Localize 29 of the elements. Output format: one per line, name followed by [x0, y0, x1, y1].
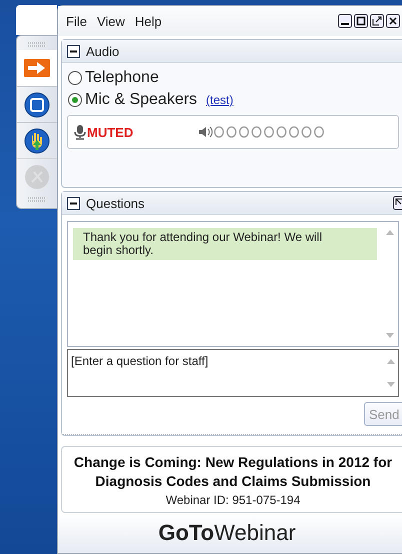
mute-icon	[24, 164, 50, 190]
menu-item[interactable]: View	[96, 14, 125, 28]
screen-icon	[24, 92, 50, 118]
maximize-icon[interactable]	[354, 14, 368, 28]
test-link[interactable]: (test)	[206, 93, 234, 107]
radio-label: Mic & Speakers	[85, 91, 198, 109]
popout-icon[interactable]	[370, 14, 384, 28]
collapse-toggle[interactable]	[67, 196, 80, 210]
logo: GoToWebinar	[158, 520, 296, 546]
grip-icon	[28, 42, 46, 47]
minus-icon	[70, 48, 77, 54]
grip-icon	[28, 197, 46, 202]
webinar-title: Change is Coming: New Regulations in 2012 for Diagnosis Codes and Claims Submission	[72, 453, 394, 491]
webinar-id: Webinar ID: 951-075-194	[166, 493, 300, 507]
minus-icon	[70, 200, 77, 206]
mic-status: MUTED	[87, 124, 134, 140]
section-title: Questions	[86, 196, 145, 210]
radio-label: Telephone	[85, 69, 159, 87]
radio-button[interactable]	[68, 71, 82, 85]
section-title: Audio	[86, 44, 120, 58]
close-icon[interactable]	[386, 14, 400, 28]
radio-button[interactable]	[68, 93, 82, 107]
menu-item[interactable]: File	[66, 14, 87, 28]
minimize-icon[interactable]	[338, 14, 352, 28]
collapse-toggle[interactable]	[67, 44, 80, 58]
microphone-icon	[74, 124, 86, 140]
chat-message: Thank you for attending our Webinar! We will begin shortly.	[73, 228, 377, 260]
raise-hand-icon	[24, 128, 50, 154]
menu-item[interactable]: Help	[134, 14, 162, 28]
